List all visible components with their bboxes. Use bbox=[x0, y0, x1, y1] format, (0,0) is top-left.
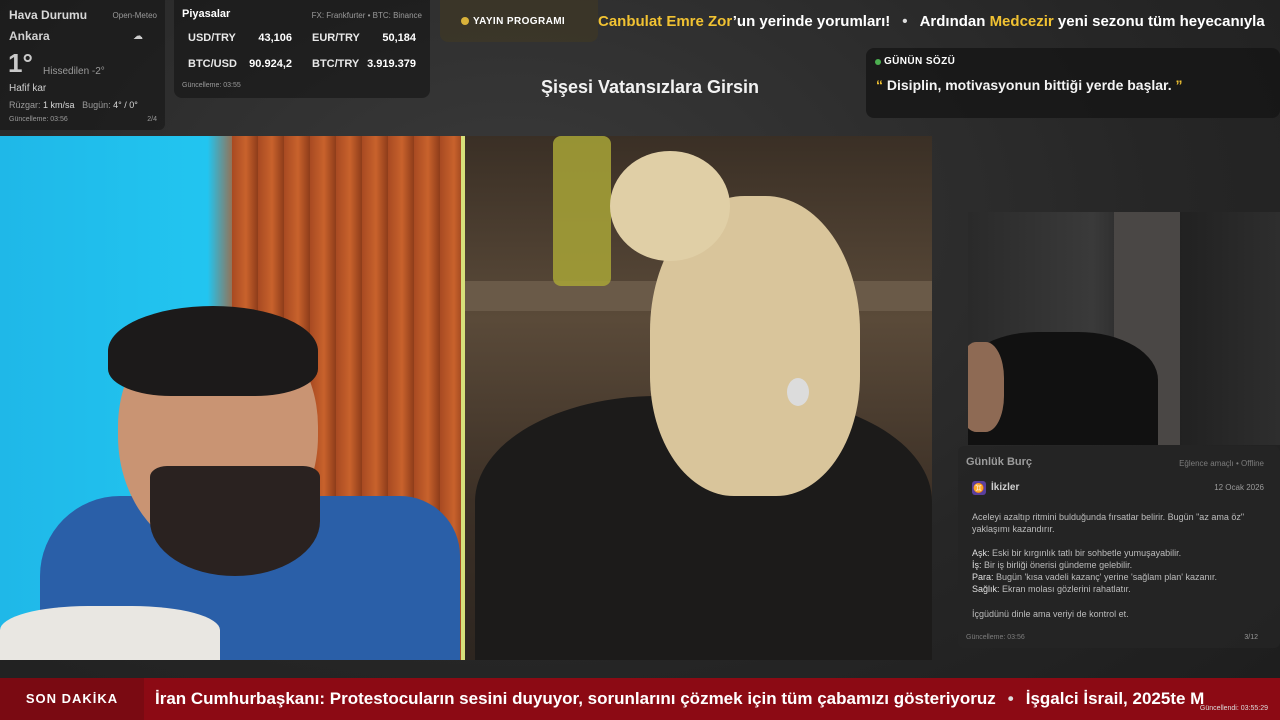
weather-city: Ankara bbox=[9, 29, 50, 43]
market-name: EUR/TRY bbox=[312, 32, 360, 44]
today-label: Bugün: bbox=[82, 100, 111, 110]
horoscope-date: 12 Ocak 2026 bbox=[1214, 483, 1264, 492]
horoscope-widget: Günlük Burç Eğlence amaçlı • Offline ♊ İ… bbox=[958, 446, 1280, 648]
weather-title: Hava Durumu bbox=[9, 8, 88, 22]
top-news-ticker: Canbulat Emre Zor’un yerinde yorumları! •… bbox=[598, 0, 1280, 44]
beard-shape bbox=[150, 466, 320, 576]
horoscope-health: Sağlık: Ekran molası gözlerini rahatlatı… bbox=[972, 583, 1262, 595]
face-shape bbox=[968, 342, 1004, 432]
work-label: İş: bbox=[972, 560, 982, 570]
weather-temp: 1° bbox=[8, 48, 33, 78]
money-text: Bugün 'kısa vadeli kazanç' yerine 'sağla… bbox=[993, 572, 1218, 582]
breaking-updated: Güncellendi: 03:55:29 bbox=[1199, 705, 1268, 712]
breaking-ticker-text: İran Cumhurbaşkanı: Protestocuların sesi… bbox=[155, 689, 1204, 709]
quote-close-mark: ” bbox=[1175, 77, 1183, 93]
market-name: USD/TRY bbox=[188, 32, 236, 44]
weather-wind: Rüzgar: 1 km/sa Bugün: 4° / 0° bbox=[9, 100, 138, 110]
horoscope-money: Para: Bugün 'kısa vadeli kazanç' yerine … bbox=[972, 571, 1262, 583]
gemini-icon: ♊ bbox=[972, 481, 986, 495]
breaking-news-bar: SON DAKİKA İran Cumhurbaşkanı: Protestoc… bbox=[0, 678, 1280, 720]
quote-label: GÜNÜN SÖZÜ bbox=[884, 56, 956, 67]
ticker-separator: • bbox=[1007, 689, 1014, 708]
markets-source: FX: Frankfurter • BTC: Binance bbox=[311, 11, 422, 20]
show-title: Şişesi Vatansızlara Girsin bbox=[540, 77, 760, 97]
breaking-label: SON DAKİKA bbox=[0, 678, 144, 720]
ticker-highlight: Canbulat Emre Zor bbox=[598, 13, 733, 30]
wind-value: 1 km/sa bbox=[43, 100, 75, 110]
video-feed-left bbox=[0, 136, 461, 660]
live-dot-icon bbox=[875, 59, 881, 65]
ticker-highlight: Medcezir bbox=[989, 13, 1054, 30]
weather-condition: Hafif kar bbox=[9, 83, 47, 94]
horoscope-page: 3/12 bbox=[1244, 634, 1258, 641]
love-text: Eski bir kırgınlık tatlı bir sohbetle yu… bbox=[989, 548, 1182, 558]
horoscope-love: Aşk: Eski bir kırgınlık tatlı bir sohbet… bbox=[972, 547, 1262, 559]
horoscope-title: Günlük Burç bbox=[966, 456, 1033, 468]
today-value: 4° / 0° bbox=[113, 100, 138, 110]
quote-body: Disiplin, motivasyonun bittiği yerde baş… bbox=[883, 77, 1176, 93]
earring-shape bbox=[787, 378, 809, 406]
market-name: BTC/TRY bbox=[312, 58, 360, 70]
top-ticker-text: Canbulat Emre Zor’un yerinde yorumları! •… bbox=[598, 13, 1265, 30]
weather-updated: Güncelleme: 03:56 bbox=[9, 116, 68, 123]
market-name: BTC/USD bbox=[188, 58, 237, 70]
market-value: 50,184 bbox=[382, 32, 416, 44]
markets-widget: Piyasalar FX: Frankfurter • BTC: Binance… bbox=[174, 0, 430, 98]
markets-title: Piyasalar bbox=[182, 8, 231, 20]
schedule-badge[interactable]: YAYIN PROGRAMI bbox=[440, 0, 598, 42]
horoscope-work: İş: Bir iş birliği önerisi gündeme geleb… bbox=[972, 559, 1262, 571]
hair-bun-shape bbox=[610, 151, 730, 261]
horoscope-updated: Güncelleme: 03:56 bbox=[966, 634, 1025, 641]
market-value: 90.924,2 bbox=[249, 58, 292, 70]
ticker-separator: • bbox=[902, 13, 908, 30]
hair-shape bbox=[108, 306, 318, 396]
breaking-headline: İşgalci İsrail, 2025te M bbox=[1025, 689, 1205, 708]
weather-source: Open-Meteo bbox=[112, 11, 157, 20]
quote-open-mark: “ bbox=[876, 77, 883, 93]
knee-shape bbox=[0, 606, 220, 660]
ticker-text: Ardından bbox=[919, 13, 990, 30]
schedule-dot-icon bbox=[461, 17, 469, 25]
webcam-feed bbox=[968, 212, 1280, 445]
market-value: 43,106 bbox=[258, 32, 292, 44]
weather-page: 2/4 bbox=[147, 116, 157, 123]
snow-cloud-icon: ☁ bbox=[133, 31, 143, 42]
horoscope-intro: Aceleyi azaltıp ritmini bulduğunda fırsa… bbox=[972, 512, 1245, 534]
ticker-text: yeni sezonu tüm heyecanıyla bbox=[1053, 13, 1265, 30]
horoscope-sign: İkizler bbox=[991, 482, 1020, 493]
market-value: 3.919.379 bbox=[367, 58, 416, 70]
schedule-label: YAYIN PROGRAMI bbox=[473, 16, 566, 27]
horoscope-advice: İçgüdünü dinle ama veriyi de kontrol et. bbox=[972, 609, 1129, 619]
ticker-text: ’un yerinde yorumları! bbox=[732, 13, 891, 30]
money-label: Para: bbox=[972, 572, 994, 582]
work-text: Bir iş birliği önerisi gündeme gelebilir… bbox=[981, 560, 1133, 570]
health-text: Ekran molası gözlerini rahatlatır. bbox=[999, 584, 1131, 594]
love-label: Aşk: bbox=[972, 548, 990, 558]
bottle-shape bbox=[553, 136, 611, 286]
video-feed-right bbox=[465, 136, 932, 660]
health-label: Sağlık: bbox=[972, 584, 1000, 594]
weather-widget: Hava Durumu Open-Meteo Ankara ☁ 1° Hisse… bbox=[0, 0, 165, 130]
markets-updated: Güncelleme: 03:55 bbox=[182, 82, 241, 89]
wind-label: Rüzgar: bbox=[9, 100, 41, 110]
weather-feels-like: Hissedilen -2° bbox=[43, 66, 105, 77]
quote-of-day-widget: GÜNÜN SÖZÜ “ Disiplin, motivasyonun bitt… bbox=[866, 48, 1280, 118]
horoscope-note: Eğlence amaçlı • Offline bbox=[1179, 459, 1264, 468]
breaking-headline: İran Cumhurbaşkanı: Protestocuların sesi… bbox=[155, 689, 996, 708]
quote-text: “ Disiplin, motivasyonun bittiği yerde b… bbox=[876, 77, 1183, 93]
